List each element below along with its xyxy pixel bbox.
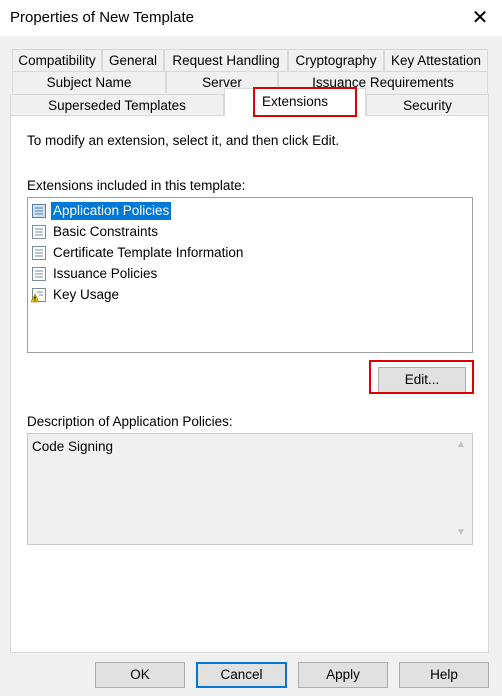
tab-general[interactable]: General: [102, 49, 164, 71]
edit-button[interactable]: Edit...: [378, 367, 466, 393]
description-label: Description of Application Policies:: [27, 414, 233, 429]
document-list-icon: [32, 225, 46, 239]
scroll-up-icon[interactable]: ▲: [456, 440, 466, 450]
instruction-text: To modify an extension, select it, and t…: [27, 133, 340, 148]
document-list-icon: [32, 204, 46, 218]
extensions-listbox[interactable]: Application Policies Basic Constraints C…: [27, 197, 473, 353]
window-title: Properties of New Template: [10, 9, 194, 26]
list-item-label: Basic Constraints: [53, 224, 159, 239]
tab-superseded-templates[interactable]: Superseded Templates: [10, 94, 224, 116]
list-item-label: Key Usage: [53, 287, 120, 302]
title-bar: Properties of New Template ✕: [0, 0, 502, 36]
list-item-certificate-template-information[interactable]: Certificate Template Information: [31, 243, 245, 263]
list-item-basic-constraints[interactable]: Basic Constraints: [31, 222, 160, 242]
description-box: Code Signing ▲ ▼: [27, 433, 473, 545]
help-button[interactable]: Help: [399, 662, 489, 688]
tab-security[interactable]: Security: [366, 94, 489, 116]
description-text: Code Signing: [32, 439, 114, 454]
tab-subject-name[interactable]: Subject Name: [12, 71, 166, 93]
ok-button[interactable]: OK: [95, 662, 185, 688]
apply-button[interactable]: Apply: [298, 662, 388, 688]
list-item-application-policies[interactable]: Application Policies: [31, 201, 172, 221]
document-list-icon: [32, 267, 46, 281]
tab-compatibility[interactable]: Compatibility: [12, 49, 102, 71]
scroll-down-icon[interactable]: ▼: [456, 528, 466, 538]
list-item-issuance-policies[interactable]: Issuance Policies: [31, 264, 159, 284]
list-item-label: Certificate Template Information: [53, 245, 244, 260]
tab-extensions[interactable]: Extensions: [224, 88, 366, 116]
warning-document-icon: [31, 288, 46, 303]
tab-request-handling[interactable]: Request Handling: [164, 49, 288, 71]
list-item-key-usage[interactable]: Key Usage: [31, 285, 121, 305]
cancel-button[interactable]: Cancel: [196, 662, 287, 688]
extensions-list-label: Extensions included in this template:: [27, 178, 246, 193]
tab-key-attestation[interactable]: Key Attestation: [384, 49, 488, 71]
tab-cryptography[interactable]: Cryptography: [288, 49, 384, 71]
list-item-label: Application Policies: [51, 202, 172, 220]
document-list-icon: [32, 246, 46, 260]
close-icon[interactable]: ✕: [462, 2, 498, 34]
list-item-label: Issuance Policies: [53, 266, 158, 281]
